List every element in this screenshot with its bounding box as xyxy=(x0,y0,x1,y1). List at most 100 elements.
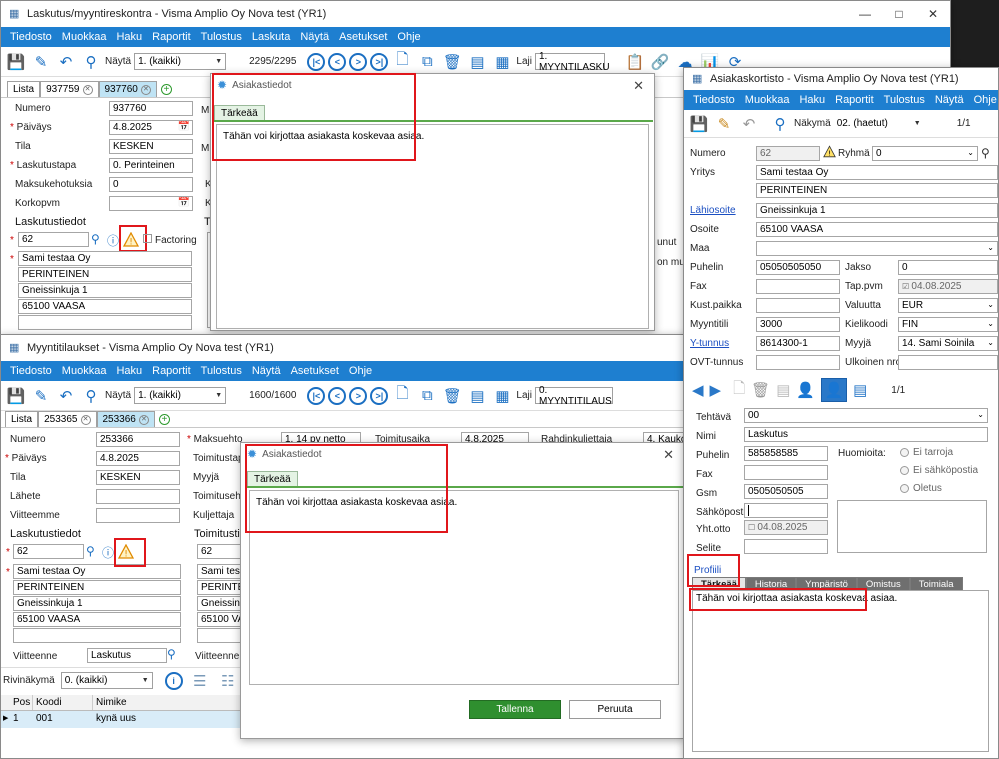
customer-number-field[interactable]: 62 xyxy=(18,232,89,247)
first-record-icon[interactable]: |< xyxy=(307,52,326,71)
myyntitili-field[interactable]: 3000 xyxy=(756,317,840,332)
menu-muokkaa[interactable]: Muokkaa xyxy=(57,31,112,43)
viitteemme-field[interactable] xyxy=(96,508,180,523)
myyja-select[interactable]: 14. Sami Soinila ⌄ xyxy=(898,336,998,351)
card-icon[interactable]: ▤ xyxy=(466,51,488,73)
order-titlebar[interactable]: ▦ Myyntitilaukset - Visma Amplio Oy Nova… xyxy=(1,335,689,361)
tab-lista[interactable]: Lista xyxy=(5,411,39,428)
menu-haku[interactable]: Haku xyxy=(794,94,830,106)
card-icon[interactable]: ▤ xyxy=(776,381,790,399)
search-icon[interactable]: ⚲ xyxy=(769,113,791,135)
delivery-address-2[interactable]: PERINTEINE xyxy=(197,580,243,595)
laji-select[interactable]: 0. MYYNTITILAUS xyxy=(534,385,613,407)
new-contact-icon[interactable]: 🗋 xyxy=(733,378,745,403)
search-icon[interactable]: ⚲ xyxy=(80,385,102,407)
report-icon[interactable]: 📋 xyxy=(624,51,646,73)
edit-icon[interactable]: ✎ xyxy=(713,113,735,135)
maksukehotuksia-field[interactable]: 0 xyxy=(109,177,193,192)
grid-icon[interactable]: ▦ xyxy=(491,385,513,407)
menu-haku[interactable]: Haku xyxy=(111,365,147,377)
osoite-field[interactable]: 65100 VAASA xyxy=(756,222,998,237)
numero-field[interactable]: 937760 xyxy=(109,101,193,116)
contact-notes-box[interactable] xyxy=(837,500,987,553)
laskutustapa-field[interactable]: 0. Perinteinen xyxy=(109,158,193,173)
kielikoodi-select[interactable]: FIN ⌄ xyxy=(898,317,998,332)
new-document-icon[interactable]: 🗋 xyxy=(391,385,413,407)
address-line-5[interactable] xyxy=(13,628,181,643)
ovt-field[interactable] xyxy=(756,355,840,370)
save-icon[interactable]: 💾 xyxy=(5,385,27,407)
last-record-icon[interactable]: >| xyxy=(370,52,389,71)
calendar-icon[interactable]: 📅 xyxy=(178,197,190,209)
ei-tarroja-checkbox[interactable] xyxy=(900,448,909,457)
menu-tulostus[interactable]: Tulostus xyxy=(196,365,247,377)
maximize-icon[interactable]: □ xyxy=(882,1,916,27)
address-line-5[interactable] xyxy=(18,315,192,330)
add-tab-icon[interactable]: + xyxy=(158,414,170,425)
fax-field[interactable] xyxy=(744,465,828,480)
save-icon[interactable]: 💾 xyxy=(688,113,710,135)
prev-record-icon[interactable]: < xyxy=(328,386,347,405)
viitteenne-field[interactable]: Laskutus xyxy=(87,648,167,663)
fax-field[interactable] xyxy=(756,279,840,294)
close-icon[interactable]: ✕ xyxy=(916,1,950,27)
menu-tiedosto[interactable]: Tiedosto xyxy=(688,94,740,106)
jakso-field[interactable]: 0 xyxy=(898,260,998,275)
paivays-field[interactable]: 4.8.2025 xyxy=(96,451,180,466)
close-icon[interactable]: ✕ xyxy=(633,78,644,94)
menu-nayta[interactable]: Näytä xyxy=(295,31,334,43)
warning-icon[interactable]: ! xyxy=(823,145,836,158)
numero-field[interactable]: 253366 xyxy=(96,432,180,447)
menu-raportit[interactable]: Raportit xyxy=(147,31,196,43)
menu-ohje[interactable]: Ohje xyxy=(344,365,377,377)
grid-header-nimike[interactable]: Nimike xyxy=(93,695,243,710)
delete-icon[interactable]: 🗑 xyxy=(441,385,463,407)
delete-icon[interactable]: 🗑 xyxy=(441,51,463,73)
yritys-field[interactable]: Sami testaa Oy xyxy=(756,165,998,180)
korkopvm-field[interactable]: 📅 xyxy=(109,196,193,211)
menu-raportit[interactable]: Raportit xyxy=(830,94,879,106)
tehtava-select[interactable]: 00 ⌄ xyxy=(744,408,988,423)
prev-contact-icon[interactable]: ◀ xyxy=(692,381,704,399)
user-icon[interactable]: 👤 xyxy=(821,378,848,402)
sahkoposti-field[interactable] xyxy=(744,503,828,518)
address-line-1[interactable]: Sami testaa Oy xyxy=(13,564,181,579)
tab-937759[interactable]: 937759 ✕ xyxy=(40,81,99,98)
delivery-number-field[interactable]: 62 xyxy=(197,544,243,559)
search-icon[interactable]: ⚲ xyxy=(167,647,176,661)
search-icon[interactable]: ⚲ xyxy=(91,232,100,246)
info-icon[interactable]: ⓘ xyxy=(107,232,119,249)
address-line-2[interactable]: PERINTEINEN xyxy=(18,267,192,282)
address-line-3[interactable]: Gneissinkuja 1 xyxy=(18,283,192,298)
puhelin-field[interactable]: 05050505050 xyxy=(756,260,840,275)
address-line-1[interactable]: Sami testaa Oy xyxy=(18,251,192,266)
menu-ohje[interactable]: Ohje xyxy=(969,94,998,106)
menu-asetukset[interactable]: Asetukset xyxy=(334,31,392,43)
close-tab-icon[interactable]: ✕ xyxy=(82,85,93,95)
search-icon[interactable]: ⚲ xyxy=(981,146,990,160)
close-tab-icon[interactable]: ✕ xyxy=(80,415,91,425)
edit-icon[interactable]: ✎ xyxy=(30,51,52,73)
cancel-button[interactable]: Peruuta xyxy=(569,700,661,719)
minimize-icon[interactable]: — xyxy=(848,1,882,27)
lahiosoite-field[interactable]: Gneissinkuja 1 xyxy=(756,203,998,218)
search-icon[interactable]: ⚲ xyxy=(86,544,95,558)
lahiosoite-link[interactable]: Lähiosoite xyxy=(690,205,736,217)
customer-number-field[interactable]: 62 xyxy=(13,544,84,559)
ytunnus-link[interactable]: Y-tunnus xyxy=(690,338,729,350)
tab-toimiala[interactable]: Toimiala xyxy=(909,577,963,591)
factoring-checkbox[interactable] xyxy=(143,234,152,243)
lahete-field[interactable] xyxy=(96,489,180,504)
user-lock-icon[interactable]: 👤 xyxy=(796,381,815,399)
save-icon[interactable]: 💾 xyxy=(5,51,27,73)
menu-asetukset[interactable]: Asetukset xyxy=(286,365,344,377)
tab-lista[interactable]: Lista xyxy=(7,81,41,98)
selite-field[interactable] xyxy=(744,539,828,554)
puhelin-field[interactable]: 585858585 xyxy=(744,446,828,461)
menu-raportit[interactable]: Raportit xyxy=(147,365,196,377)
ytunnus-field[interactable]: 8614300-1 xyxy=(756,336,840,351)
list-icon[interactable]: ☰ xyxy=(189,670,211,692)
nimi-field[interactable]: Laskutus xyxy=(744,427,988,442)
gsm-field[interactable]: 0505050505 xyxy=(744,484,828,499)
profile-notes-textarea[interactable]: Tähän voi kirjottaa asiakasta koskevaa a… xyxy=(692,590,989,752)
